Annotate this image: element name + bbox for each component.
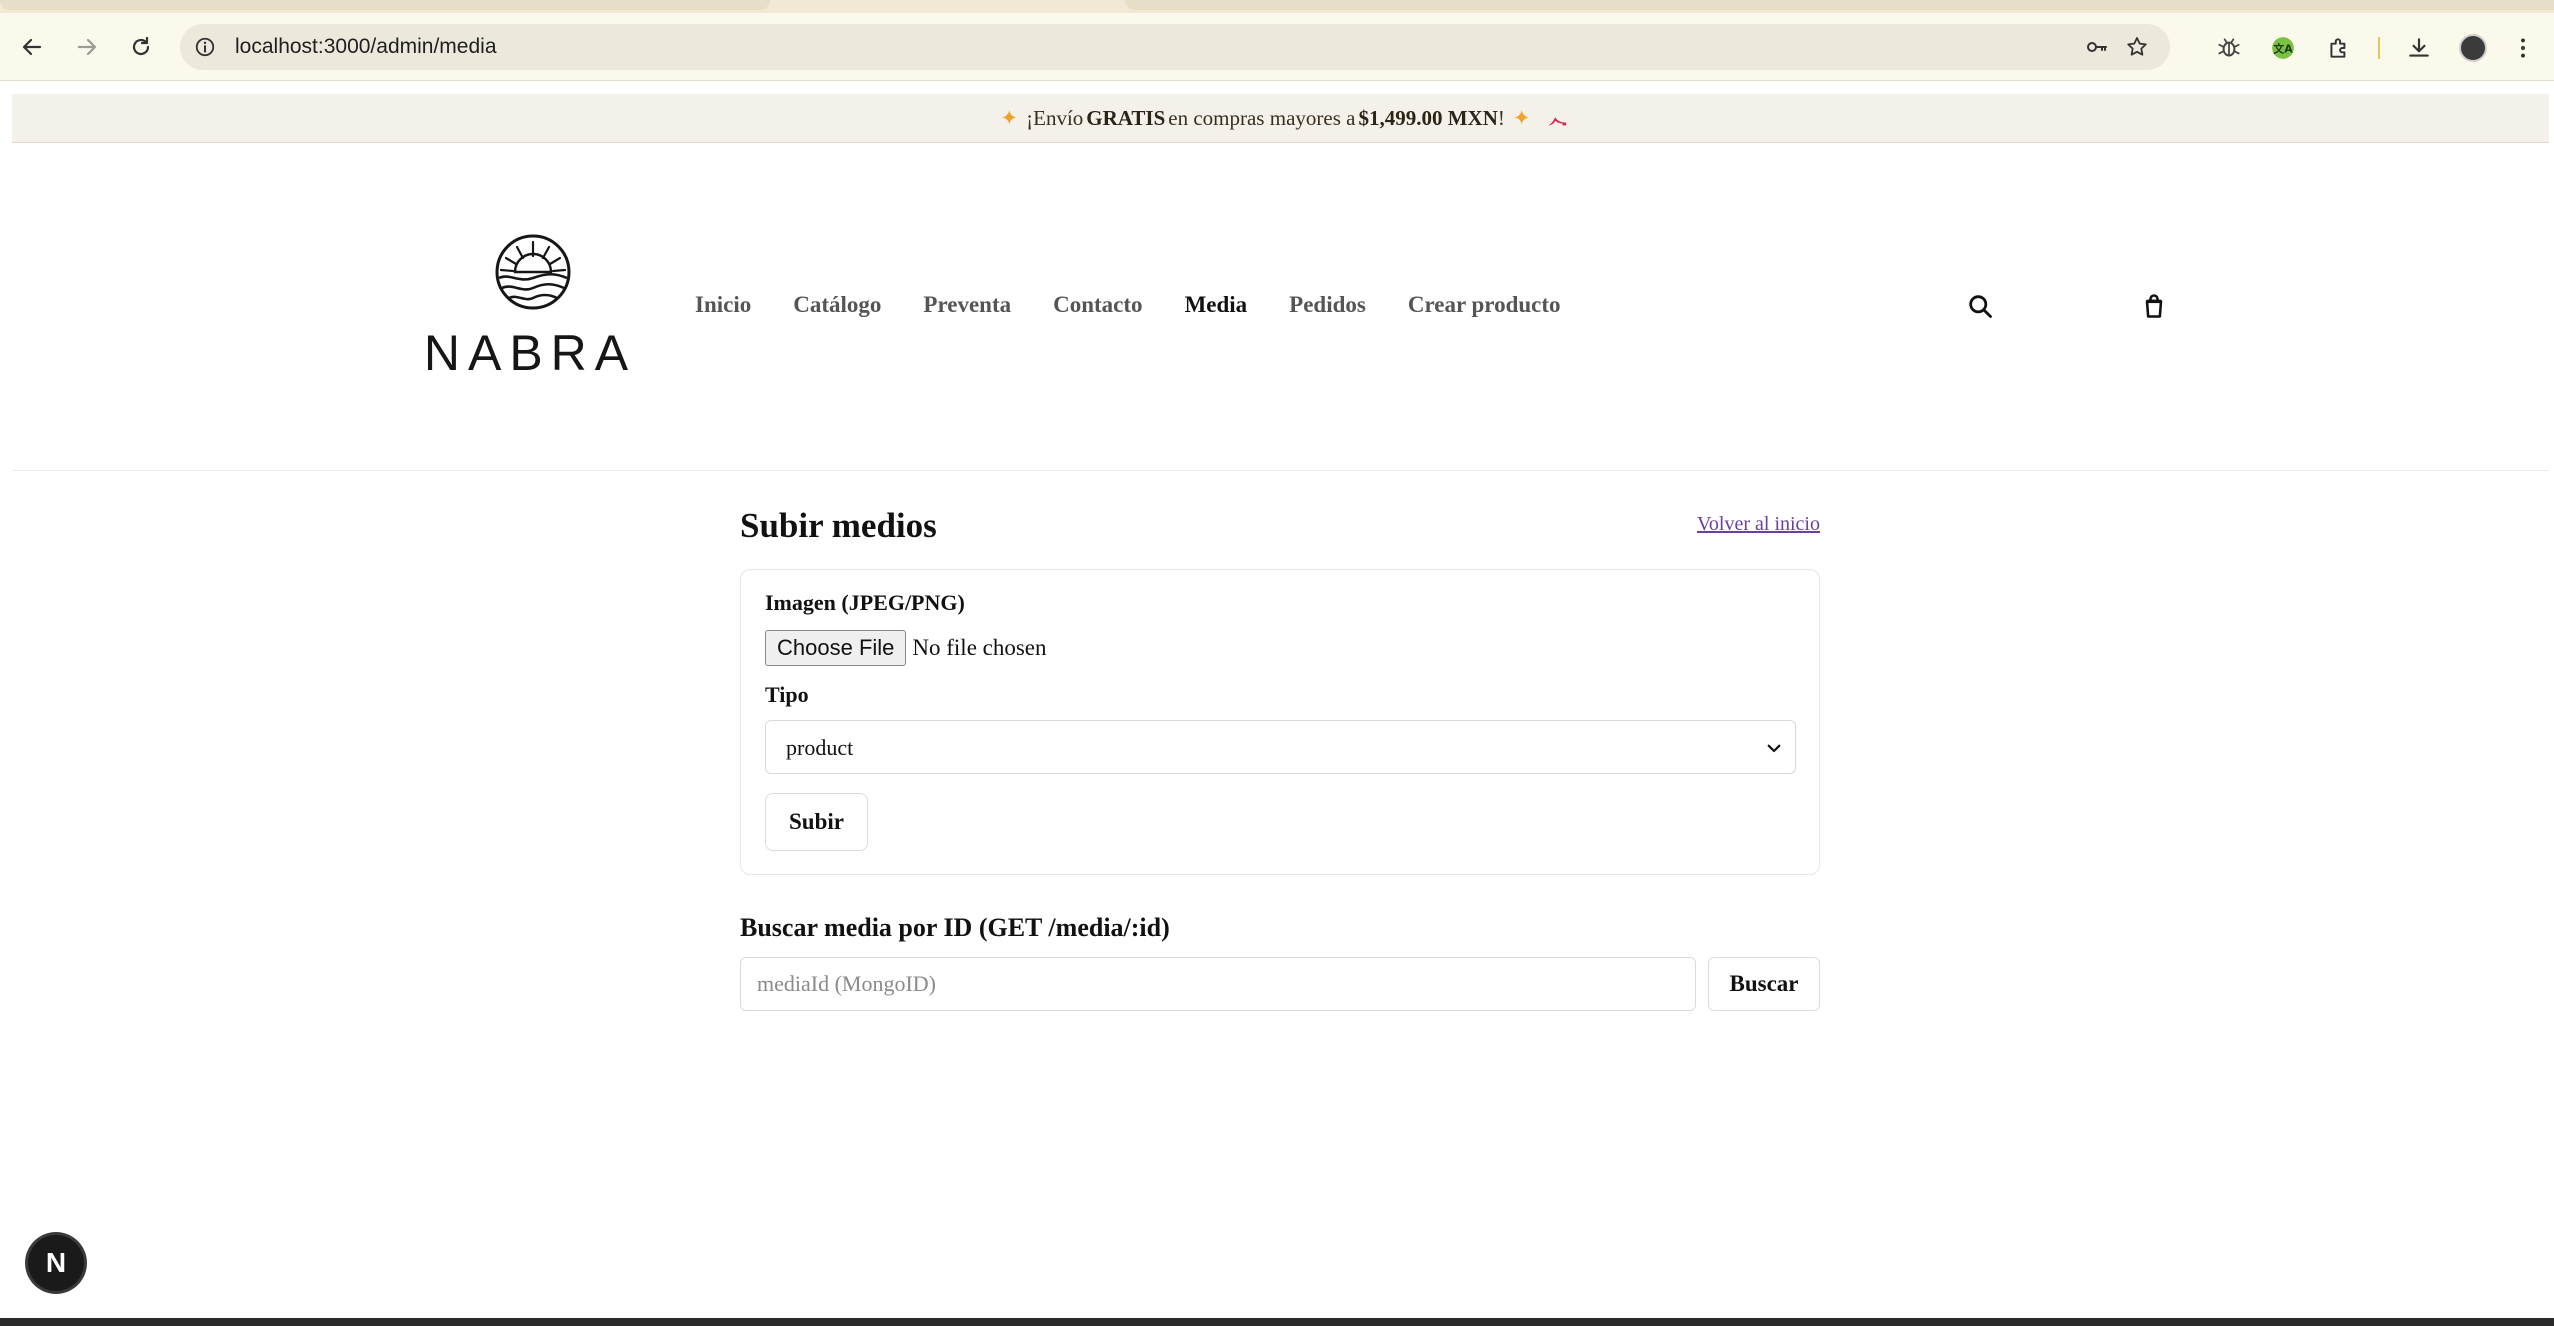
- browser-menu-icon[interactable]: [2508, 33, 2538, 63]
- forward-button[interactable]: [73, 33, 101, 61]
- extensions-puzzle-icon[interactable]: [2324, 33, 2354, 63]
- upload-form: Imagen (JPEG/PNG) Choose File No file ch…: [740, 569, 1820, 875]
- type-label: Tipo: [765, 682, 809, 707]
- profile-avatar[interactable]: [2458, 33, 2488, 63]
- back-to-home-link[interactable]: Volver al inicio: [1697, 513, 1820, 536]
- search-icon[interactable]: [1966, 292, 1994, 320]
- extension-translate-icon[interactable]: 文A: [2268, 33, 2298, 63]
- reload-icon: [132, 36, 150, 56]
- bookmark-star-icon[interactable]: [2125, 35, 2149, 59]
- site-header: NABRA Inicio Catálogo Preventa Contacto …: [12, 142, 2549, 471]
- high-heel-icon: [1548, 117, 1567, 126]
- nav-item-crear-producto[interactable]: Crear producto: [1408, 292, 1561, 318]
- type-select-value: product: [786, 735, 854, 760]
- avatar[interactable]: [2459, 34, 2487, 62]
- type-select[interactable]: product: [765, 720, 1796, 774]
- browser-tab-strip: [0, 0, 2554, 13]
- reload-button[interactable]: [127, 33, 155, 61]
- shopping-bag-icon[interactable]: [2140, 292, 2168, 320]
- arrow-left-icon: [22, 38, 42, 56]
- search-button[interactable]: Buscar: [1708, 957, 1820, 1011]
- chevron-down-icon: [1767, 744, 1781, 753]
- file-status: No file chosen: [912, 635, 1047, 660]
- nav-item-preventa[interactable]: Preventa: [923, 292, 1011, 318]
- image-label: Imagen (JPEG/PNG): [765, 590, 965, 615]
- announcement-emphasis: GRATIS: [1086, 105, 1166, 130]
- page-title: Subir medios: [740, 506, 937, 545]
- url-text[interactable]: localhost:3000/admin/media: [235, 35, 497, 59]
- extension-bug-icon[interactable]: [2214, 33, 2244, 63]
- password-key-icon[interactable]: [2085, 35, 2109, 59]
- toolbar-separator: [2378, 37, 2380, 59]
- nav-item-contacto[interactable]: Contacto: [1053, 292, 1142, 318]
- address-bar[interactable]: localhost:3000/admin/media: [180, 24, 2170, 70]
- nav-item-media[interactable]: Media: [1185, 292, 1248, 318]
- file-input[interactable]: Choose File No file chosen: [765, 630, 1047, 666]
- nav-item-pedidos[interactable]: Pedidos: [1289, 292, 1366, 318]
- brand-logo[interactable]: NABRA: [405, 234, 655, 384]
- browser-tab[interactable]: [1125, 0, 2554, 10]
- nextjs-dev-badge[interactable]: N: [28, 1235, 84, 1291]
- info-icon[interactable]: [194, 36, 216, 58]
- announcement-prefix: ¡Envío: [1026, 105, 1084, 130]
- upload-submit-button[interactable]: Subir: [765, 793, 868, 851]
- search-section-title: Buscar media por ID (GET /media/:id): [740, 913, 1170, 942]
- browser-toolbar: localhost:3000/admin/media 文A: [0, 13, 2554, 81]
- announcement-middle: en compras mayores a: [1168, 105, 1356, 130]
- nav-item-inicio[interactable]: Inicio: [695, 292, 751, 318]
- brand-name: NABRA: [423, 325, 637, 381]
- sparkles-icon: ✦: [1000, 105, 1019, 130]
- announcement-bar: ✦ ¡Envío GRATIS en compras mayores a $1,…: [12, 94, 2549, 143]
- main-nav: Inicio Catálogo Preventa Contacto Media …: [695, 292, 1603, 318]
- sparkles-icon: ✦: [1512, 105, 1531, 130]
- announcement-amount: $1,499.00 MXN: [1358, 105, 1498, 130]
- svg-text:文A: 文A: [2273, 41, 2293, 55]
- bottom-edge: [0, 1318, 2554, 1326]
- arrow-right-icon: [77, 38, 97, 56]
- sun-waves-logo-icon: [495, 234, 571, 310]
- back-button[interactable]: [18, 33, 46, 61]
- browser-tab[interactable]: [0, 0, 770, 10]
- announcement-suffix: !: [1497, 105, 1505, 130]
- download-icon[interactable]: [2404, 33, 2434, 63]
- choose-file-button[interactable]: Choose File: [765, 630, 907, 666]
- nav-item-catalogo[interactable]: Catálogo: [793, 292, 881, 318]
- media-id-input[interactable]: [740, 957, 1696, 1011]
